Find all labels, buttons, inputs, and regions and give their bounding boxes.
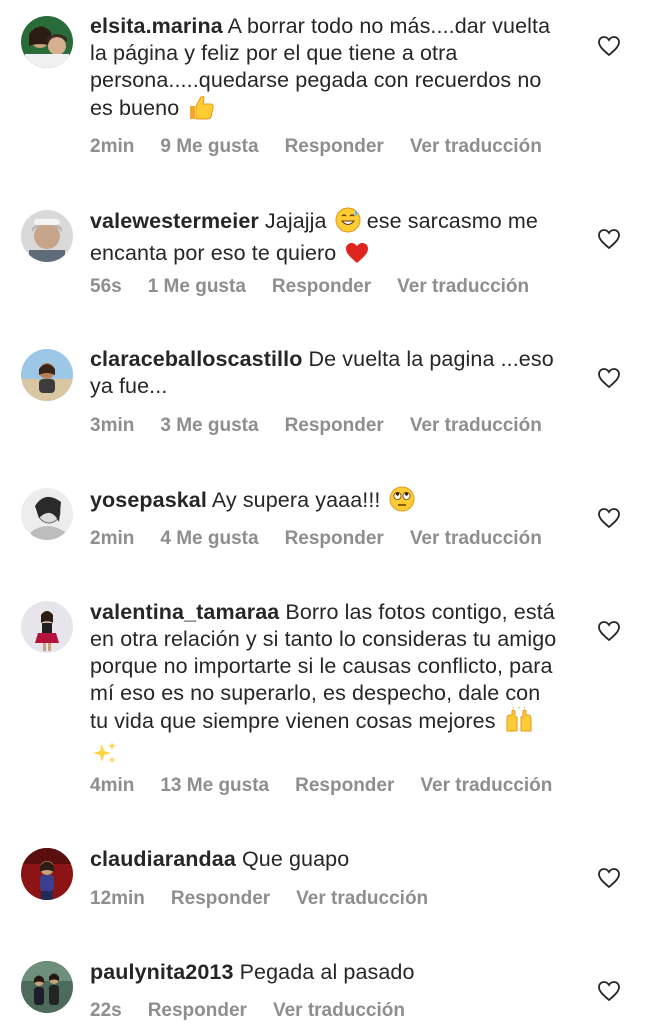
eye-roll-icon xyxy=(389,486,415,519)
heart-outline-icon[interactable] xyxy=(597,228,621,250)
reply-button[interactable]: Responder xyxy=(148,999,247,1023)
heart-outline-icon[interactable] xyxy=(597,620,621,642)
reply-button[interactable]: Responder xyxy=(272,275,371,299)
comment-text: claraceballoscastillo De vuelta la pagin… xyxy=(90,346,560,400)
comment-likes[interactable]: 13 Me gusta xyxy=(160,774,269,798)
translate-button[interactable]: Ver traducción xyxy=(410,414,542,438)
comment-time: 22s xyxy=(90,1000,122,1021)
comment-body: Ay supera yaaa!!! xyxy=(211,488,381,512)
sparkles-icon xyxy=(92,740,118,773)
comment-body: Jajajja xyxy=(264,209,327,233)
avatar[interactable] xyxy=(21,488,73,540)
avatar[interactable] xyxy=(21,16,73,68)
avatar[interactable] xyxy=(21,961,73,1013)
comment-meta: 2min 4 Me gusta Responder Ver traducción xyxy=(90,527,568,551)
comment-text: elsita.marina A borrar todo no más....da… xyxy=(90,13,560,127)
comment-likes[interactable]: 4 Me gusta xyxy=(160,527,258,551)
comment-meta: 3min 3 Me gusta Responder Ver traducción xyxy=(90,414,568,438)
raised-hands-icon xyxy=(504,706,534,740)
comment-username[interactable]: claraceballoscastillo xyxy=(90,347,302,371)
comment-username[interactable]: yosepaskal xyxy=(90,488,207,512)
heart-outline-icon[interactable] xyxy=(597,507,621,529)
comment-body: Pegada al pasado xyxy=(239,960,415,984)
grinning-sweat-icon xyxy=(335,207,361,240)
comment-meta: 12min Responder Ver traducción xyxy=(90,887,454,911)
translate-button[interactable]: Ver traducción xyxy=(420,774,552,798)
comment-time: 12min xyxy=(90,888,145,909)
translate-button[interactable]: Ver traducción xyxy=(410,135,542,159)
reply-button[interactable]: Responder xyxy=(171,887,270,911)
avatar[interactable] xyxy=(21,601,73,653)
comment-likes[interactable]: 3 Me gusta xyxy=(160,414,258,438)
avatar[interactable] xyxy=(21,848,73,900)
heart-outline-icon[interactable] xyxy=(597,980,621,1002)
comment-likes[interactable]: 9 Me gusta xyxy=(160,135,258,159)
comment-time: 56s xyxy=(90,276,122,297)
translate-button[interactable]: Ver traducción xyxy=(410,527,542,551)
heart-outline-icon[interactable] xyxy=(597,867,621,889)
comment-meta: 4min 13 Me gusta Responder Ver traducción xyxy=(90,774,578,798)
comment-text: yosepaskal Ay supera yaaa!!! xyxy=(90,486,560,519)
translate-button[interactable]: Ver traducción xyxy=(397,275,529,299)
comment-text: valentina_tamaraa Borro las fotos contig… xyxy=(90,599,560,773)
thumbs-up-icon xyxy=(187,94,215,127)
comment-time: 2min xyxy=(90,528,135,549)
comment-username[interactable]: paulynita2013 xyxy=(90,960,234,984)
comment-username[interactable]: valentina_tamaraa xyxy=(90,600,279,624)
comment-text: paulynita2013 Pegada al pasado xyxy=(90,959,560,986)
translate-button[interactable]: Ver traducción xyxy=(296,887,428,911)
comment-meta: 22s Responder Ver traducción xyxy=(90,999,431,1023)
avatar[interactable] xyxy=(21,349,73,401)
reply-button[interactable]: Responder xyxy=(285,414,384,438)
comment-time: 3min xyxy=(90,415,135,436)
reply-button[interactable]: Responder xyxy=(285,527,384,551)
comment-username[interactable]: valewestermeier xyxy=(90,209,259,233)
comment-username[interactable]: claudiarandaa xyxy=(90,847,236,871)
reply-button[interactable]: Responder xyxy=(285,135,384,159)
translate-button[interactable]: Ver traducción xyxy=(273,999,405,1023)
reply-button[interactable]: Responder xyxy=(295,774,394,798)
comment-time: 4min xyxy=(90,775,135,796)
heart-outline-icon[interactable] xyxy=(597,35,621,57)
comment-likes[interactable]: 1 Me gusta xyxy=(148,275,246,299)
heart-outline-icon[interactable] xyxy=(597,367,621,389)
red-heart-icon xyxy=(344,241,370,272)
comment-username[interactable]: elsita.marina xyxy=(90,14,223,38)
comment-text: valewestermeier Jajajja ese sarcasmo me … xyxy=(90,207,560,272)
comment-meta: 2min 9 Me gusta Responder Ver traducción xyxy=(90,135,568,159)
comment-body: Que guapo xyxy=(241,847,350,871)
comment-meta: 56s 1 Me gusta Responder Ver traducción xyxy=(90,275,555,299)
avatar[interactable] xyxy=(21,210,73,262)
comment-text: claudiarandaa Que guapo xyxy=(90,846,560,873)
comment-time: 2min xyxy=(90,136,135,157)
